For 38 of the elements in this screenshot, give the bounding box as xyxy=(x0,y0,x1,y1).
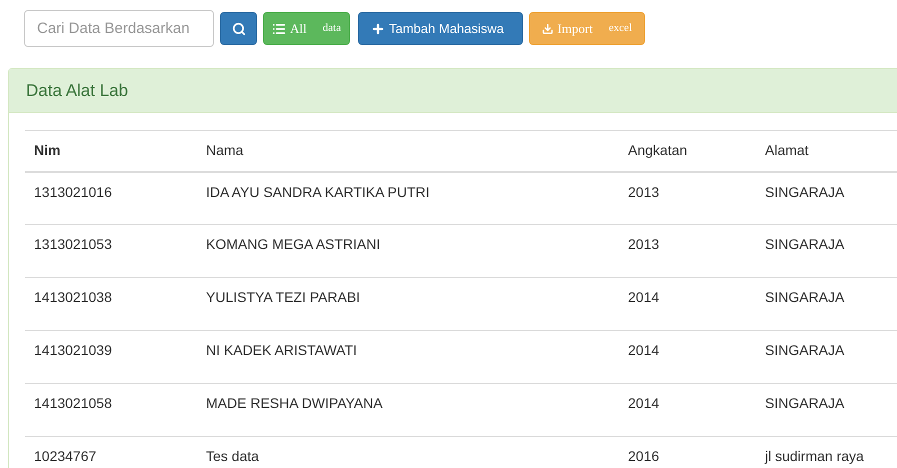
table-cell: 2014 xyxy=(619,278,756,330)
table-cell: 2013 xyxy=(619,172,756,224)
table-cell: 2014 xyxy=(619,384,756,436)
table-cell: Tes data xyxy=(197,436,619,468)
table-cell: 1413021038 xyxy=(25,278,197,330)
search-button[interactable] xyxy=(220,12,257,45)
column-header: Nim xyxy=(25,130,197,172)
column-header: Alamat xyxy=(756,130,897,172)
table-cell: SINGARAJA xyxy=(756,330,897,384)
table-cell: SINGARAJA xyxy=(756,384,897,436)
table-cell: 1413021058 xyxy=(25,384,197,436)
table-cell: 1313021016 xyxy=(25,172,197,224)
search-icon xyxy=(232,22,246,36)
table-cell: 1413021039 xyxy=(25,330,197,384)
panel-title: Data Alat Lab xyxy=(26,80,128,102)
table-cell: 10234767 xyxy=(25,436,197,468)
table-cell: NI KADEK ARISTAWATI xyxy=(197,330,619,384)
table-cell: MADE RESHA DWIPAYANA xyxy=(197,384,619,436)
table-cell: IDA AYU SANDRA KARTIKA PUTRI xyxy=(197,172,619,224)
column-header: Nama xyxy=(197,130,619,172)
table-cell: 2013 xyxy=(619,224,756,278)
download-icon xyxy=(542,22,554,34)
table-cell: KOMANG MEGA ASTRIANI xyxy=(197,224,619,278)
table-cell: YULISTYA TEZI PARABI xyxy=(197,278,619,330)
plus-icon xyxy=(371,22,385,36)
all-data-button[interactable]: All data xyxy=(263,12,350,45)
table-cell: jl sudirman raya xyxy=(756,436,897,468)
table-cell: SINGARAJA xyxy=(756,224,897,278)
search-field[interactable]: Cari Data Berdasarkan xyxy=(24,10,214,47)
import-excel-button[interactable]: Import excel xyxy=(529,12,645,45)
table-cell: SINGARAJA xyxy=(756,172,897,224)
table-cell: 2016 xyxy=(619,436,756,468)
table-cell: SINGARAJA xyxy=(756,278,897,330)
list-icon xyxy=(272,22,286,36)
table-cell: 1313021053 xyxy=(25,224,197,278)
add-student-button[interactable]: Tambah Mahasiswa xyxy=(358,12,523,45)
column-header: Angkatan xyxy=(619,130,756,172)
table-cell: 2014 xyxy=(619,330,756,384)
